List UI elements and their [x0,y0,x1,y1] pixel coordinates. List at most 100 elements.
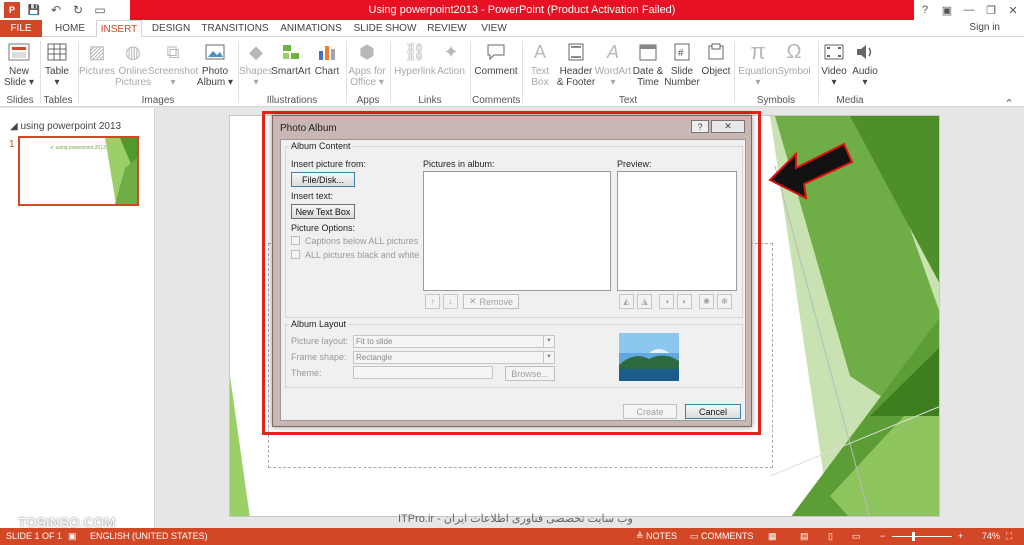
table-label: Table ▾ [45,66,69,88]
new-text-box-button[interactable]: New Text Box [291,204,355,219]
tab-insert[interactable]: INSERT [96,20,142,38]
slideshow-view-icon[interactable]: ▭ [852,531,861,542]
brightness-down-icon[interactable]: ✻ [717,294,732,309]
group-label-slides: Slides [6,95,34,106]
tab-transitions[interactable]: TRANSITIONS [200,20,270,37]
insert-text-label: Insert text: [291,191,334,201]
apps-icon: ⬢ [359,41,375,62]
action-button[interactable]: ✦ Action [428,40,474,94]
zoom-in-icon[interactable]: + [958,531,963,541]
speaker-icon [853,40,877,64]
group-label-illustrations: Illustrations [266,95,318,106]
create-button[interactable]: Create [623,404,677,419]
redo-icon[interactable]: ↻ [70,2,86,18]
audio-button[interactable]: Audio ▾ [842,40,888,94]
ribbon-divider [470,41,471,103]
text-box-label: Text Box [530,66,550,88]
smartart-icon [279,40,303,64]
tab-view[interactable]: VIEW [476,20,512,37]
remove-button[interactable]: ✕ Remove [463,294,519,309]
group-label-apps: Apps [356,95,380,106]
dialog-close-button[interactable]: ✕ [711,120,745,133]
zoom-out-icon[interactable]: − [880,531,885,541]
minimize-icon[interactable]: — [958,0,980,20]
start-slideshow-icon[interactable]: ▭ [92,2,108,18]
cancel-button[interactable]: Cancel [685,404,741,419]
sign-in-link[interactable]: Sign in [969,22,1000,33]
title-bar: P 💾 ↶ ↻ ▭ Using powerpoint2013 - PowerPo… [0,0,1024,20]
fit-slide-icon[interactable]: ⛶ [1006,531,1012,542]
rotate-left-icon[interactable]: ◭ [619,294,634,309]
move-down-button[interactable]: ↓ [443,294,458,309]
comment-button[interactable]: Comment [473,40,519,94]
screenshot-icon: ⧉ [166,41,180,62]
theme-input[interactable] [353,366,493,379]
powerpoint-logo-icon: P [4,2,20,18]
zoom-slider-handle[interactable] [912,532,915,541]
object-button[interactable]: Object [693,40,739,94]
photo-album-button[interactable]: Photo Album ▾ [192,40,238,94]
undo-icon[interactable]: ↶ [48,2,64,18]
dialog-help-button[interactable]: ? [691,120,709,133]
quick-access-toolbar: P 💾 ↶ ↻ ▭ [4,2,108,18]
captions-below-label: Captions below ALL pictures [305,236,419,246]
screenshot-button[interactable]: ⧉ Screenshot ▾ [147,40,199,94]
comments-button[interactable]: ▭ COMMENTS [690,531,754,542]
chart-label: Chart [314,66,340,77]
layout-preview-image [619,333,679,381]
rotate-right-icon[interactable]: ◮ [637,294,652,309]
remove-icon: ✕ [468,296,477,306]
slide-thumbnail[interactable]: ✔ using powerpoint 2013 [18,136,139,206]
restore-icon[interactable]: ❐ [980,0,1002,20]
online-pictures-label: Online Pictures [114,66,152,88]
chevron-down-icon: ▼ [543,352,554,363]
action-icon: ✦ [443,41,459,62]
tab-review[interactable]: REVIEW [424,20,470,37]
contrast-down-icon[interactable]: ◐ [677,294,692,309]
pictures-in-album-list[interactable] [423,171,611,291]
album-content-legend: Album Content [289,141,353,151]
group-label-tables: Tables [43,95,73,106]
photo-album-icon [203,40,227,64]
black-white-checkbox[interactable] [291,250,300,259]
section-title[interactable]: ◢ using powerpoint 2013 [10,121,121,132]
picture-layout-label: Picture layout: [291,336,349,346]
slide-thumbnail-title: ✔ using powerpoint 2013 [50,145,106,151]
save-icon[interactable]: 💾 [26,2,42,18]
tab-animations[interactable]: ANIMATIONS [278,20,344,37]
file-disk-button[interactable]: File/Disk... [291,172,355,187]
contrast-up-icon[interactable]: ◑ [659,294,674,309]
brightness-up-icon[interactable]: ✺ [699,294,714,309]
group-label-media: Media [836,95,864,106]
comment-icon [484,40,508,64]
album-layout-legend: Album Layout [289,319,349,329]
apps-for-office-label: Apps for Office ▾ [348,66,386,88]
close-icon[interactable]: ✕ [1002,0,1024,20]
language-indicator[interactable]: ENGLISH (UNITED STATES) [90,531,208,541]
zoom-slider-track[interactable] [892,536,952,537]
tab-slide-show[interactable]: SLIDE SHOW [352,20,418,37]
apps-for-office-button[interactable]: ⬢ Apps for Office ▾ [344,40,390,94]
frame-shape-select[interactable]: Rectangle ▼ [353,351,555,364]
pictures-icon: ▨ [88,41,106,62]
screenshot-label: Screenshot ▾ [147,66,199,88]
move-up-button[interactable]: ↑ [425,294,440,309]
frame-shape-value: Rectangle [356,353,393,362]
tab-file[interactable]: FILE [0,20,42,37]
picture-layout-select[interactable]: Fit to slide ▼ [353,335,555,348]
table-icon [45,40,69,64]
tab-home[interactable]: HOME [48,20,92,37]
ribbon-display-icon[interactable]: ▣ [936,0,958,20]
svg-text:#: # [678,48,684,59]
normal-view-icon[interactable]: ▦ [768,531,777,542]
tab-design[interactable]: DESIGN [148,20,194,37]
captions-checkbox[interactable] [291,236,300,245]
frame-shape-label: Frame shape: [291,352,347,362]
browse-button[interactable]: Browse... [505,366,555,381]
reading-view-icon[interactable]: ▯ [828,531,833,542]
zoom-level[interactable]: 74% [982,531,1000,541]
spell-check-icon[interactable]: ▣ [68,531,77,542]
notes-button[interactable]: ≜ NOTES [636,531,677,542]
help-icon[interactable]: ? [914,0,936,20]
slide-sorter-icon[interactable]: ▤ [800,531,809,542]
